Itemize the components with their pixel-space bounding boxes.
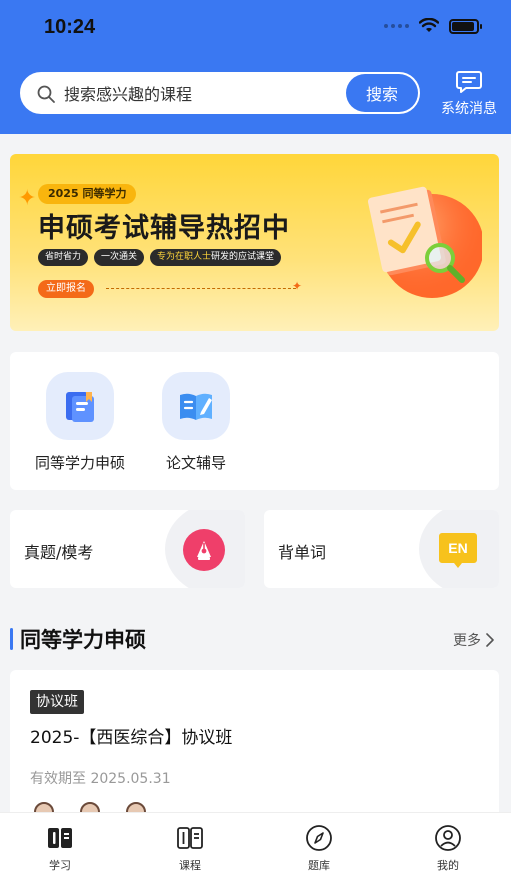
message-icon: [456, 71, 482, 93]
category-card: 同等学力申硕 论文辅导: [10, 352, 499, 490]
course-title: 2025-【西医综合】协议班: [30, 728, 233, 748]
study-book-icon: [48, 828, 72, 848]
category-label: 论文辅导: [165, 454, 226, 472]
banner-pill-rest: 研发的应试课堂: [211, 252, 275, 262]
chevron-right-icon: [486, 633, 494, 647]
tab-label: 我的: [437, 859, 459, 872]
section-title: 同等学力申硕: [20, 628, 146, 652]
tab-label: 学习: [49, 859, 71, 872]
sparkle-icon: ✦: [18, 186, 37, 211]
past-papers-mock-exam-card[interactable]: 真题/模考: [10, 510, 245, 588]
en-badge-text: EN: [448, 540, 467, 556]
promo-banner[interactable]: ✦ 2025 同等学力 申硕考试辅导热招中 省时省力 一次通关 专为在职人士研发…: [10, 154, 499, 331]
book-magnifier-illustration: [367, 186, 482, 298]
signal-dots-icon: [384, 24, 409, 28]
search-input[interactable]: [64, 82, 344, 106]
sparkle-small-icon: ✦: [292, 279, 303, 293]
tool-label: 背单词: [278, 543, 327, 562]
tab-question-bank[interactable]: 题库: [284, 823, 354, 873]
tab-study[interactable]: 学习: [25, 823, 95, 873]
course-type-badge: 协议班: [30, 690, 84, 714]
bottom-tab-bar: 学习 课程 题库 我的: [0, 812, 511, 893]
compass-icon: [306, 825, 332, 851]
search-bar[interactable]: 搜索: [18, 70, 422, 116]
system-messages-label: 系统消息: [441, 101, 497, 117]
enroll-now-button[interactable]: 立即报名: [38, 280, 94, 298]
folder-book-icon: [46, 372, 114, 440]
pen-nib-icon: [183, 529, 225, 571]
app-header: 10:24 搜索 系统消息: [0, 0, 511, 134]
tab-courses[interactable]: 课程: [155, 823, 225, 873]
category-label: 同等学力申硕: [34, 454, 125, 472]
vocabulary-card[interactable]: 背单词 EN: [264, 510, 499, 588]
banner-pill: 专为在职人士研发的应试课堂: [150, 249, 282, 266]
tab-label: 课程: [179, 859, 201, 872]
user-icon: [435, 825, 461, 851]
banner-pill: 省时省力: [38, 249, 89, 266]
status-bar: 10:24: [0, 0, 511, 58]
course-card[interactable]: 协议班 2025-【西医综合】协议班 有效期至 2025.05.31: [10, 670, 499, 830]
banner-tag: 2025 同等学力: [38, 184, 137, 204]
banner-divider: [106, 288, 296, 289]
course-expiry: 有效期至 2025.05.31: [30, 771, 171, 787]
search-icon: [37, 85, 55, 103]
en-badge-icon: EN: [439, 533, 477, 568]
banner-pills: 省时省力 一次通关 专为在职人士研发的应试课堂: [38, 249, 282, 266]
tab-profile[interactable]: 我的: [413, 823, 483, 873]
search-button[interactable]: 搜索: [346, 74, 418, 112]
status-time: 10:24: [44, 16, 96, 38]
battery-icon: [449, 18, 482, 34]
more-label: 更多: [453, 633, 481, 649]
course-book-icon: [177, 827, 203, 849]
category-thesis-coaching[interactable]: 论文辅导: [141, 372, 251, 473]
tool-label: 真题/模考: [24, 543, 94, 562]
open-book-pen-icon: [162, 372, 230, 440]
more-link[interactable]: 更多: [453, 630, 495, 650]
system-messages-button[interactable]: 系统消息: [436, 70, 502, 122]
tab-label: 题库: [308, 859, 330, 872]
wifi-icon: [419, 18, 439, 32]
category-equivalent-degree[interactable]: 同等学力申硕: [25, 372, 135, 473]
status-icons: [384, 18, 482, 34]
section-accent-bar: [10, 628, 13, 650]
banner-pill: 一次通关: [94, 249, 145, 266]
banner-pill-highlight: 专为在职人士: [157, 252, 212, 262]
banner-title: 申硕考试辅导热招中: [38, 213, 290, 244]
